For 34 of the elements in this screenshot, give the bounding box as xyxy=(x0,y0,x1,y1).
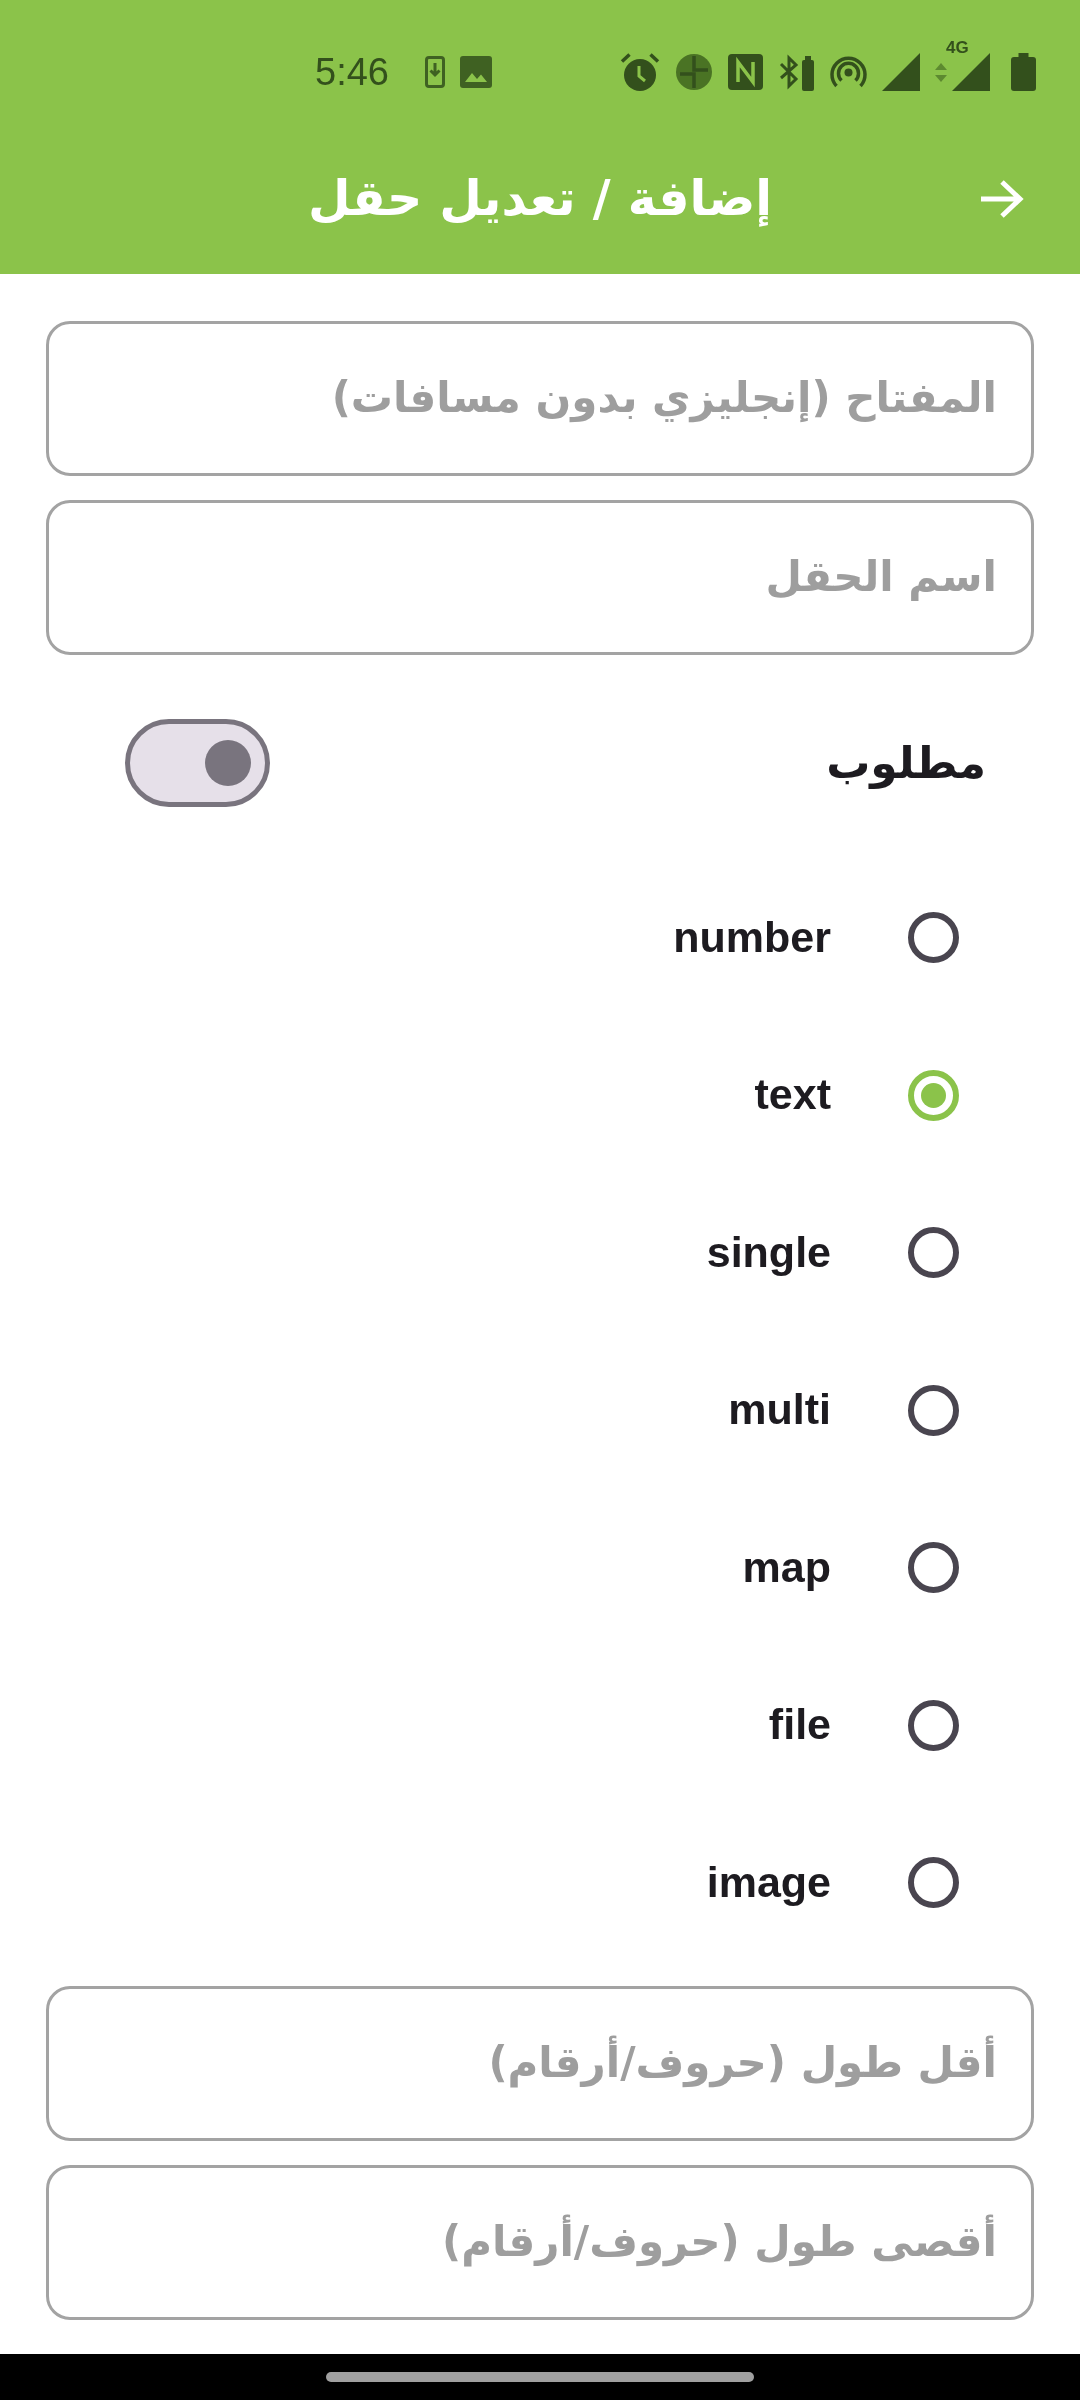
nfc-icon xyxy=(728,54,763,90)
signal-icon xyxy=(952,53,990,91)
network-type-label: 4G xyxy=(946,39,969,56)
radio-button[interactable] xyxy=(908,1069,959,1121)
option-label: map xyxy=(742,1541,831,1593)
radio-button[interactable] xyxy=(908,1384,959,1436)
option-label: single xyxy=(706,1226,831,1278)
bluetooth-battery-icon xyxy=(778,53,815,91)
signal-icon xyxy=(882,53,920,91)
status-time: 5:46 xyxy=(315,53,389,91)
option-label: multi xyxy=(728,1384,831,1436)
option-label: file xyxy=(768,1699,831,1751)
input-field[interactable]: المفتاح (إنجليزي بدون مسافات) xyxy=(46,321,1034,476)
data-arrows-icon xyxy=(935,62,947,82)
radio-button[interactable] xyxy=(908,1857,959,1909)
battery-icon xyxy=(1011,53,1036,91)
option-label: image xyxy=(706,1856,831,1908)
gesture-handle[interactable] xyxy=(326,2372,754,2382)
radio-button[interactable] xyxy=(908,912,959,964)
option-label: number xyxy=(673,911,831,963)
data-saver-icon xyxy=(675,53,713,91)
radio-button[interactable] xyxy=(908,1227,959,1279)
required-label: مطلوب xyxy=(826,736,986,791)
input-field[interactable]: اسم الحقل xyxy=(46,500,1034,655)
radio-button[interactable] xyxy=(908,1699,959,1751)
image-icon xyxy=(459,56,492,88)
screen-title: إضافة / تعديل حقل xyxy=(307,169,773,230)
alarm-clock-icon xyxy=(620,52,660,92)
input-field[interactable]: أقصى طول (حروف/أرقام) xyxy=(46,2164,1034,2320)
hotspot-icon xyxy=(830,54,867,90)
option-label: text xyxy=(754,1069,831,1121)
input-field[interactable]: أقل طول (حروف/أرقام) xyxy=(46,1985,1034,2141)
radio-button[interactable] xyxy=(908,1542,959,1594)
phone-download-icon xyxy=(424,56,445,88)
